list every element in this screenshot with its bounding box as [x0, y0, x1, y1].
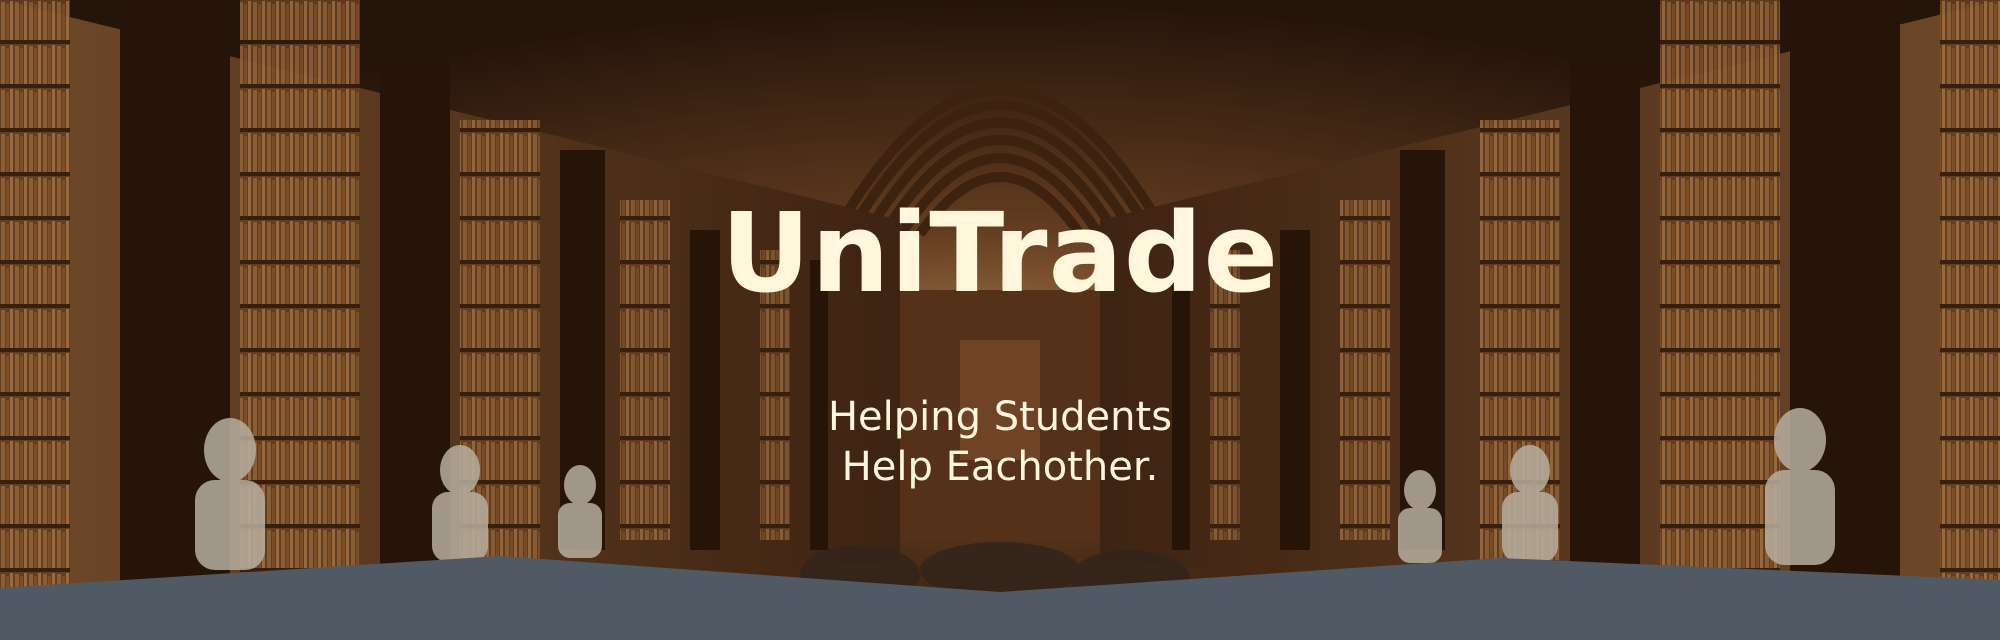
hero-banner: UniTrade Helping Students Help Eachother…: [0, 0, 2000, 640]
bottom-wave-divider: [0, 556, 2000, 640]
